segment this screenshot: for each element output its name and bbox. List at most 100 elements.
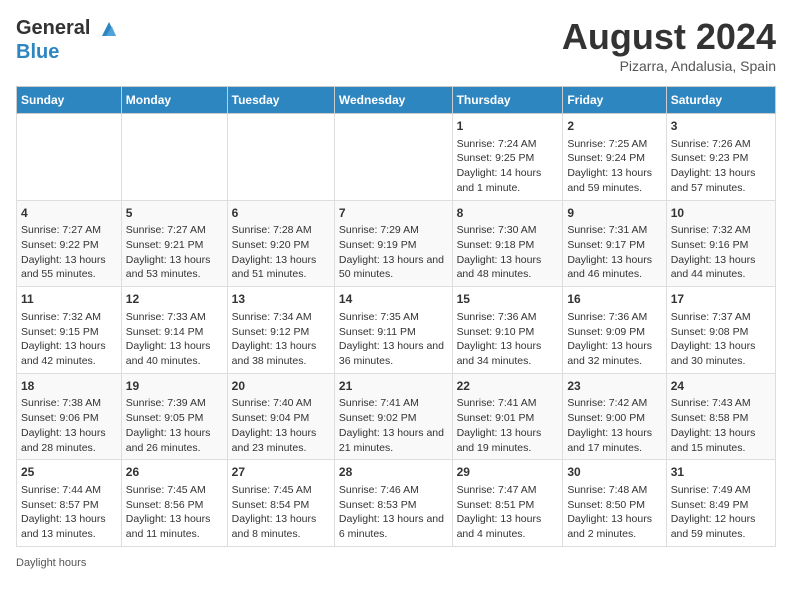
day-number: 22 (457, 378, 559, 395)
daylight-text: Daylight: 13 hours and 48 minutes. (457, 253, 559, 282)
sunset-text: Sunset: 9:25 PM (457, 151, 559, 166)
daylight-text: Daylight: 13 hours and 19 minutes. (457, 426, 559, 455)
sunrise-text: Sunrise: 7:24 AM (457, 137, 559, 152)
sunset-text: Sunset: 8:58 PM (671, 411, 771, 426)
day-cell: 1Sunrise: 7:24 AMSunset: 9:25 PMDaylight… (452, 114, 563, 201)
daylight-text: Daylight: 13 hours and 23 minutes. (232, 426, 330, 455)
sunset-text: Sunset: 8:53 PM (339, 498, 448, 513)
header-cell-thursday: Thursday (452, 87, 563, 114)
header-cell-wednesday: Wednesday (334, 87, 452, 114)
day-cell: 31Sunrise: 7:49 AMSunset: 8:49 PMDayligh… (666, 460, 775, 547)
logo-text: General (16, 16, 120, 40)
week-row-3: 11 Sunrise: 7:32 AMSunset: 9:15 PM Dayligh… (17, 287, 776, 374)
week-row-2: 4Sunrise: 7:27 AMSunset: 9:22 PMDaylight… (17, 200, 776, 287)
day-number: 17 (671, 291, 771, 308)
calendar-table: SundayMondayTuesdayWednesdayThursdayFrid… (16, 86, 776, 547)
daylight-text: Daylight: 13 hours and 38 minutes. (232, 339, 330, 368)
day-cell (121, 114, 227, 201)
day-cell: 26Sunrise: 7:45 AMSunset: 8:56 PMDayligh… (121, 460, 227, 547)
day-number: 12 (126, 291, 223, 308)
daylight-text: Daylight: 13 hours and 21 minutes. (339, 426, 448, 455)
sunset-text: Sunset: 9:20 PM (232, 238, 330, 253)
sunset-text: Sunset: 9:21 PM (126, 238, 223, 253)
daylight-text: Daylight: 13 hours and 53 minutes. (126, 253, 223, 282)
day-cell: 30Sunrise: 7:48 AMSunset: 8:50 PMDayligh… (563, 460, 666, 547)
sunrise-text: Sunrise: 7:46 AM (339, 483, 448, 498)
sunset-text: Sunset: 8:50 PM (567, 498, 661, 513)
day-cell (227, 114, 334, 201)
day-number: 11 (21, 291, 117, 308)
header-cell-tuesday: Tuesday (227, 87, 334, 114)
day-number: 8 (457, 205, 559, 222)
week-row-5: 25 Sunrise: 7:44 AMSunset: 8:57 PM Dayligh… (17, 460, 776, 547)
sunrise-text: Sunrise: 7:29 AM (339, 223, 448, 238)
daylight-text: Daylight: 13 hours and 15 minutes. (671, 426, 771, 455)
logo: General Blue (16, 16, 120, 64)
day-number: 18 (21, 378, 117, 395)
day-cell: 9Sunrise: 7:31 AMSunset: 9:17 PMDaylight… (563, 200, 666, 287)
sunset-text: Sunset: 9:05 PM (126, 411, 223, 426)
sunrise-text: Sunrise: 7:43 AM (671, 396, 771, 411)
day-number: 16 (567, 291, 661, 308)
sunset-text: Sunset: 9:18 PM (457, 238, 559, 253)
header-cell-friday: Friday (563, 87, 666, 114)
sunrise-text: Sunrise: 7:36 AM (457, 310, 559, 325)
day-number: 19 (126, 378, 223, 395)
sunset-text: Sunset: 8:49 PM (671, 498, 771, 513)
sunrise-text: Sunrise: 7:27 AM (21, 223, 117, 238)
daylight-text: Daylight: 13 hours and 50 minutes. (339, 253, 448, 282)
daylight-text: Daylight: 13 hours and 28 minutes. (21, 426, 117, 455)
sunset-text: Sunset: 9:15 PM (21, 325, 117, 340)
sunrise-text: Sunrise: 7:45 AM (126, 483, 223, 498)
day-number: 25 (21, 464, 117, 481)
sunset-text: Sunset: 9:17 PM (567, 238, 661, 253)
day-number: 26 (126, 464, 223, 481)
daylight-text: Daylight: 13 hours and 57 minutes. (671, 166, 771, 195)
day-number: 5 (126, 205, 223, 222)
day-cell: 29Sunrise: 7:47 AMSunset: 8:51 PMDayligh… (452, 460, 563, 547)
sunset-text: Sunset: 9:12 PM (232, 325, 330, 340)
week-row-4: 18Sunrise: 7:38 AMSunset: 9:06 PMDayligh… (17, 373, 776, 460)
calendar-header: SundayMondayTuesdayWednesdayThursdayFrid… (17, 87, 776, 114)
sunset-text: Sunset: 9:01 PM (457, 411, 559, 426)
sunrise-text: Sunrise: 7:36 AM (567, 310, 661, 325)
sunset-text: Sunset: 9:02 PM (339, 411, 448, 426)
sunset-text: Sunset: 8:54 PM (232, 498, 330, 513)
day-number: 30 (567, 464, 661, 481)
day-number: 3 (671, 118, 771, 135)
sunset-text: Sunset: 8:57 PM (21, 498, 117, 513)
daylight-text: Daylight: 13 hours and 4 minutes. (457, 512, 559, 541)
day-cell: 24Sunrise: 7:43 AMSunset: 8:58 PMDayligh… (666, 373, 775, 460)
sunset-text: Sunset: 9:23 PM (671, 151, 771, 166)
sunset-text: Sunset: 9:11 PM (339, 325, 448, 340)
day-cell: 19Sunrise: 7:39 AMSunset: 9:05 PMDayligh… (121, 373, 227, 460)
logo-icon (98, 18, 120, 40)
footer: Daylight hours (16, 557, 776, 569)
sunset-text: Sunset: 8:56 PM (126, 498, 223, 513)
day-number: 9 (567, 205, 661, 222)
daylight-text: Daylight: 13 hours and 32 minutes. (567, 339, 661, 368)
day-number: 2 (567, 118, 661, 135)
day-cell: 8Sunrise: 7:30 AMSunset: 9:18 PMDaylight… (452, 200, 563, 287)
day-cell: 22Sunrise: 7:41 AMSunset: 9:01 PMDayligh… (452, 373, 563, 460)
day-cell: 17Sunrise: 7:37 AMSunset: 9:08 PMDayligh… (666, 287, 775, 374)
day-number: 23 (567, 378, 661, 395)
day-cell: 6Sunrise: 7:28 AMSunset: 9:20 PMDaylight… (227, 200, 334, 287)
sunrise-text: Sunrise: 7:37 AM (671, 310, 771, 325)
daylight-text: Daylight: 13 hours and 8 minutes. (232, 512, 330, 541)
day-cell (17, 114, 122, 201)
sunrise-text: Sunrise: 7:32 AM (21, 310, 117, 325)
month-year: August 2024 (562, 16, 776, 58)
sunrise-text: Sunrise: 7:45 AM (232, 483, 330, 498)
day-cell: 7Sunrise: 7:29 AMSunset: 9:19 PMDaylight… (334, 200, 452, 287)
sunrise-text: Sunrise: 7:44 AM (21, 483, 117, 498)
sunset-text: Sunset: 9:22 PM (21, 238, 117, 253)
day-number: 7 (339, 205, 448, 222)
daylight-text: Daylight: 12 hours and 59 minutes. (671, 512, 771, 541)
calendar-body: 1Sunrise: 7:24 AMSunset: 9:25 PMDaylight… (17, 114, 776, 547)
day-number: 21 (339, 378, 448, 395)
day-cell: 13Sunrise: 7:34 AMSunset: 9:12 PMDayligh… (227, 287, 334, 374)
daylight-text: Daylight: 13 hours and 36 minutes. (339, 339, 448, 368)
day-number: 6 (232, 205, 330, 222)
day-cell: 15Sunrise: 7:36 AMSunset: 9:10 PMDayligh… (452, 287, 563, 374)
